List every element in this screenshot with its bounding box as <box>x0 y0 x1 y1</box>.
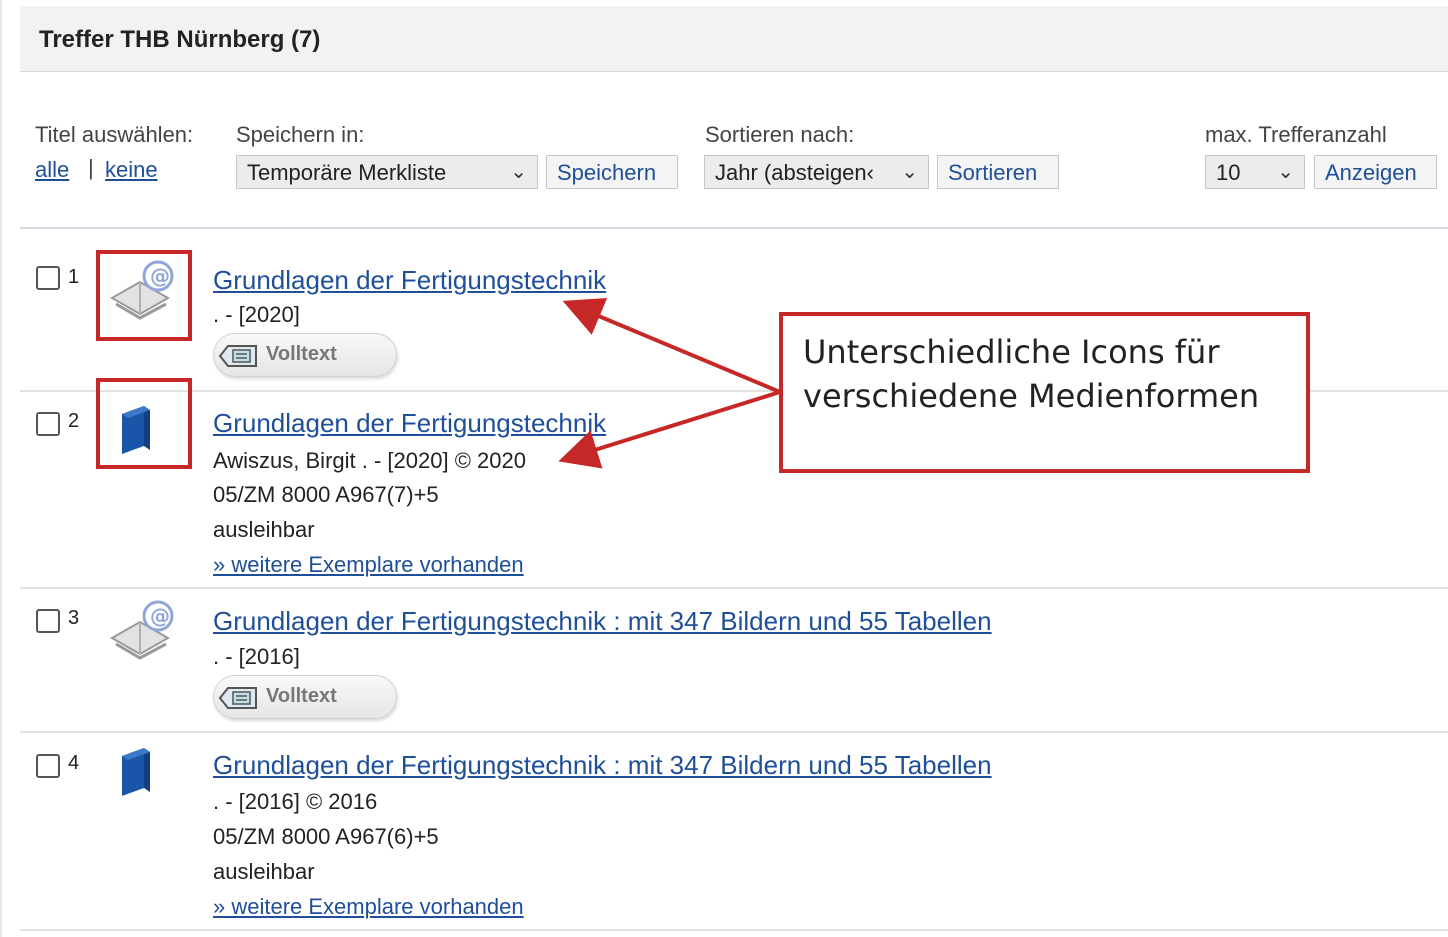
annotation-text: Unterschiedliche Icons für verschiedene … <box>803 333 1260 415</box>
annotation-callout: Unterschiedliche Icons für verschiedene … <box>779 312 1310 473</box>
arrow-to-result-1 <box>562 297 781 394</box>
arrow-to-result-2 <box>558 390 781 469</box>
